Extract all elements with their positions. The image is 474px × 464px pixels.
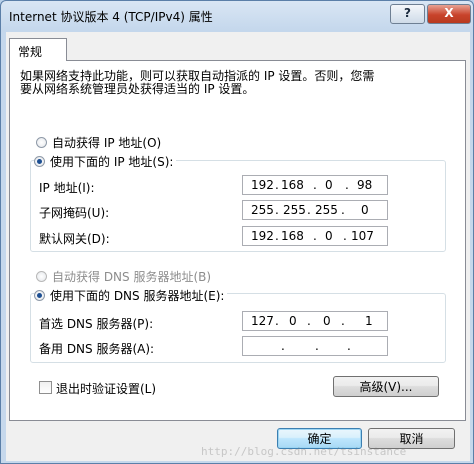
default-gateway-label: 默认网关(D): xyxy=(39,232,110,246)
ip-address-input[interactable]: 192. 168. 0. 98 xyxy=(242,175,388,195)
octet: 98 xyxy=(357,178,373,192)
subnet-mask-label: 子网掩码(U): xyxy=(39,206,110,220)
subnet-mask-input[interactable]: 255. 255. 255. 0 xyxy=(242,200,388,220)
octet: 0 xyxy=(289,314,297,328)
validate-checkbox[interactable] xyxy=(39,381,52,394)
tab-label: 常规 xyxy=(18,45,43,59)
advanced-button[interactable]: 高级(V)... xyxy=(333,376,439,397)
octet: 255 xyxy=(251,203,274,217)
octet: 0 xyxy=(325,229,333,243)
octet: 255 xyxy=(283,203,306,217)
octet: 0 xyxy=(361,203,369,217)
ip-auto-radio[interactable]: 自动获得 IP 地址(O) xyxy=(36,134,165,151)
radio-selected-icon xyxy=(34,290,45,301)
radio-icon xyxy=(36,271,47,282)
octet: 0 xyxy=(323,314,331,328)
alternate-dns-label: 备用 DNS 服务器(A): xyxy=(39,342,155,356)
close-button[interactable]: X xyxy=(427,4,471,24)
dns-manual-label: 使用下面的 DNS 服务器地址(E): xyxy=(50,289,225,303)
dns-manual-radio[interactable]: 使用下面的 DNS 服务器地址(E): xyxy=(34,287,228,304)
octet: 127 xyxy=(251,314,274,328)
preferred-dns-label: 首选 DNS 服务器(P): xyxy=(39,317,154,331)
tab-general[interactable]: 常规 xyxy=(9,38,67,61)
ip-address-label: IP 地址(I): xyxy=(39,181,95,195)
preferred-dns-input[interactable]: 127. 0. 0. 1 xyxy=(242,311,388,331)
octet: 168 xyxy=(281,229,304,243)
ip-manual-label: 使用下面的 IP 地址(S): xyxy=(50,155,174,169)
octet: 168 xyxy=(281,178,304,192)
dns-auto-radio: 自动获得 DNS 服务器地址(B) xyxy=(36,268,215,285)
octet: 1 xyxy=(365,314,373,328)
validate-label: 退出时验证设置(L) xyxy=(56,382,157,396)
dns-auto-label: 自动获得 DNS 服务器地址(B) xyxy=(52,270,212,284)
ip-manual-radio[interactable]: 使用下面的 IP 地址(S): xyxy=(34,153,177,170)
octet: 0 xyxy=(325,178,333,192)
octet: 255 xyxy=(315,203,338,217)
ip-auto-label: 自动获得 IP 地址(O) xyxy=(52,136,162,150)
alternate-dns-input[interactable]: . . . xyxy=(242,336,388,356)
octet: 192 xyxy=(251,178,274,192)
dialog-client: 常规 如果网络支持此功能，则可以获取自动指派的 IP 设置。否则，您需 要从网络… xyxy=(6,32,470,461)
description-text: 如果网络支持此功能，则可以获取自动指派的 IP 设置。否则，您需 要从网络系统管… xyxy=(20,69,375,96)
dialog-window: Internet 协议版本 4 (TCP/IPv4) 属性 ? X 常规 如果网… xyxy=(0,0,474,464)
watermark-text: http://blog.csdn.net/tsinstance xyxy=(201,445,407,458)
window-title: Internet 协议版本 4 (TCP/IPv4) 属性 xyxy=(9,10,213,24)
title-bar: Internet 协议版本 4 (TCP/IPv4) 属性 ? X xyxy=(1,1,473,33)
octet: 107 xyxy=(351,229,374,243)
radio-selected-icon xyxy=(34,156,45,167)
radio-icon xyxy=(36,137,47,148)
help-button[interactable]: ? xyxy=(390,4,425,24)
octet: 192 xyxy=(251,229,274,243)
default-gateway-input[interactable]: 192. 168. 0. 107 xyxy=(242,226,388,246)
